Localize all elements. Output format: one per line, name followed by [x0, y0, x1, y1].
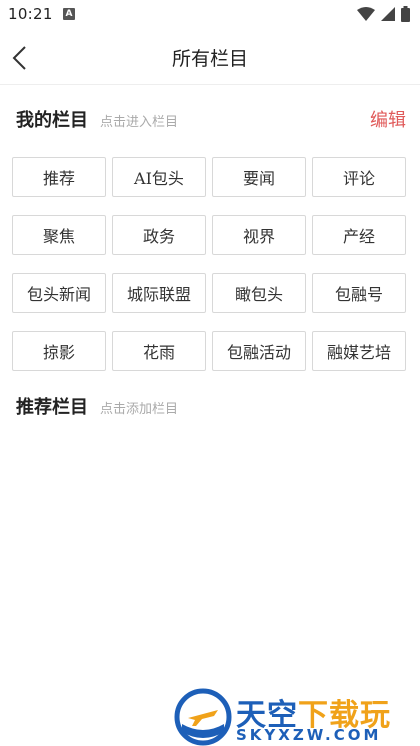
status-bar: 10:21 A: [0, 0, 420, 30]
airplane-logo-icon: [174, 688, 232, 746]
channel-item[interactable]: 视界: [212, 215, 306, 255]
channel-item[interactable]: 掠影: [12, 331, 106, 371]
channel-item[interactable]: 包融号: [312, 273, 406, 313]
channel-item[interactable]: AI包头: [112, 157, 206, 197]
channel-item[interactable]: 城际联盟: [112, 273, 206, 313]
my-channels-hint: 点击进入栏目: [100, 115, 179, 130]
channel-item[interactable]: 包头新闻: [12, 273, 106, 313]
recommended-channels-title: 推荐栏目: [16, 397, 88, 418]
top-app-bar: 所有栏目: [0, 30, 420, 85]
status-time: 10:21: [8, 5, 53, 23]
site-watermark: 天空下载玩 SKYXZW.COM: [174, 688, 420, 746]
channel-item[interactable]: 瞰包头: [212, 273, 306, 313]
channel-item[interactable]: 政务: [112, 215, 206, 255]
recommended-channels-hint: 点击添加栏目: [100, 402, 179, 417]
wifi-icon: [357, 7, 375, 21]
battery-icon: [401, 6, 410, 22]
my-channels-grid: 推荐 AI包头 要闻 评论 聚焦 政务 视界 产经 包头新闻 城际联盟 瞰包头 …: [12, 157, 406, 371]
my-channels-title: 我的栏目: [16, 110, 88, 131]
edit-button[interactable]: 编辑: [370, 106, 406, 132]
recommended-channels-header: 推荐栏目 点击添加栏目: [16, 393, 178, 419]
channel-item[interactable]: 产经: [312, 215, 406, 255]
page-title: 所有栏目: [171, 48, 248, 70]
watermark-domain: SKYXZW.COM: [236, 726, 382, 744]
notification-app-icon: A: [63, 8, 75, 20]
channel-item[interactable]: 融媒艺培: [312, 331, 406, 371]
status-indicators: [357, 6, 410, 22]
channel-item[interactable]: 包融活动: [212, 331, 306, 371]
channel-item[interactable]: 花雨: [112, 331, 206, 371]
channel-item[interactable]: 要闻: [212, 157, 306, 197]
my-channels-header: 我的栏目 点击进入栏目: [16, 106, 178, 132]
channel-item[interactable]: 评论: [312, 157, 406, 197]
channel-item[interactable]: 聚焦: [12, 215, 106, 255]
channel-item[interactable]: 推荐: [12, 157, 106, 197]
cellular-signal-icon: [381, 7, 395, 21]
